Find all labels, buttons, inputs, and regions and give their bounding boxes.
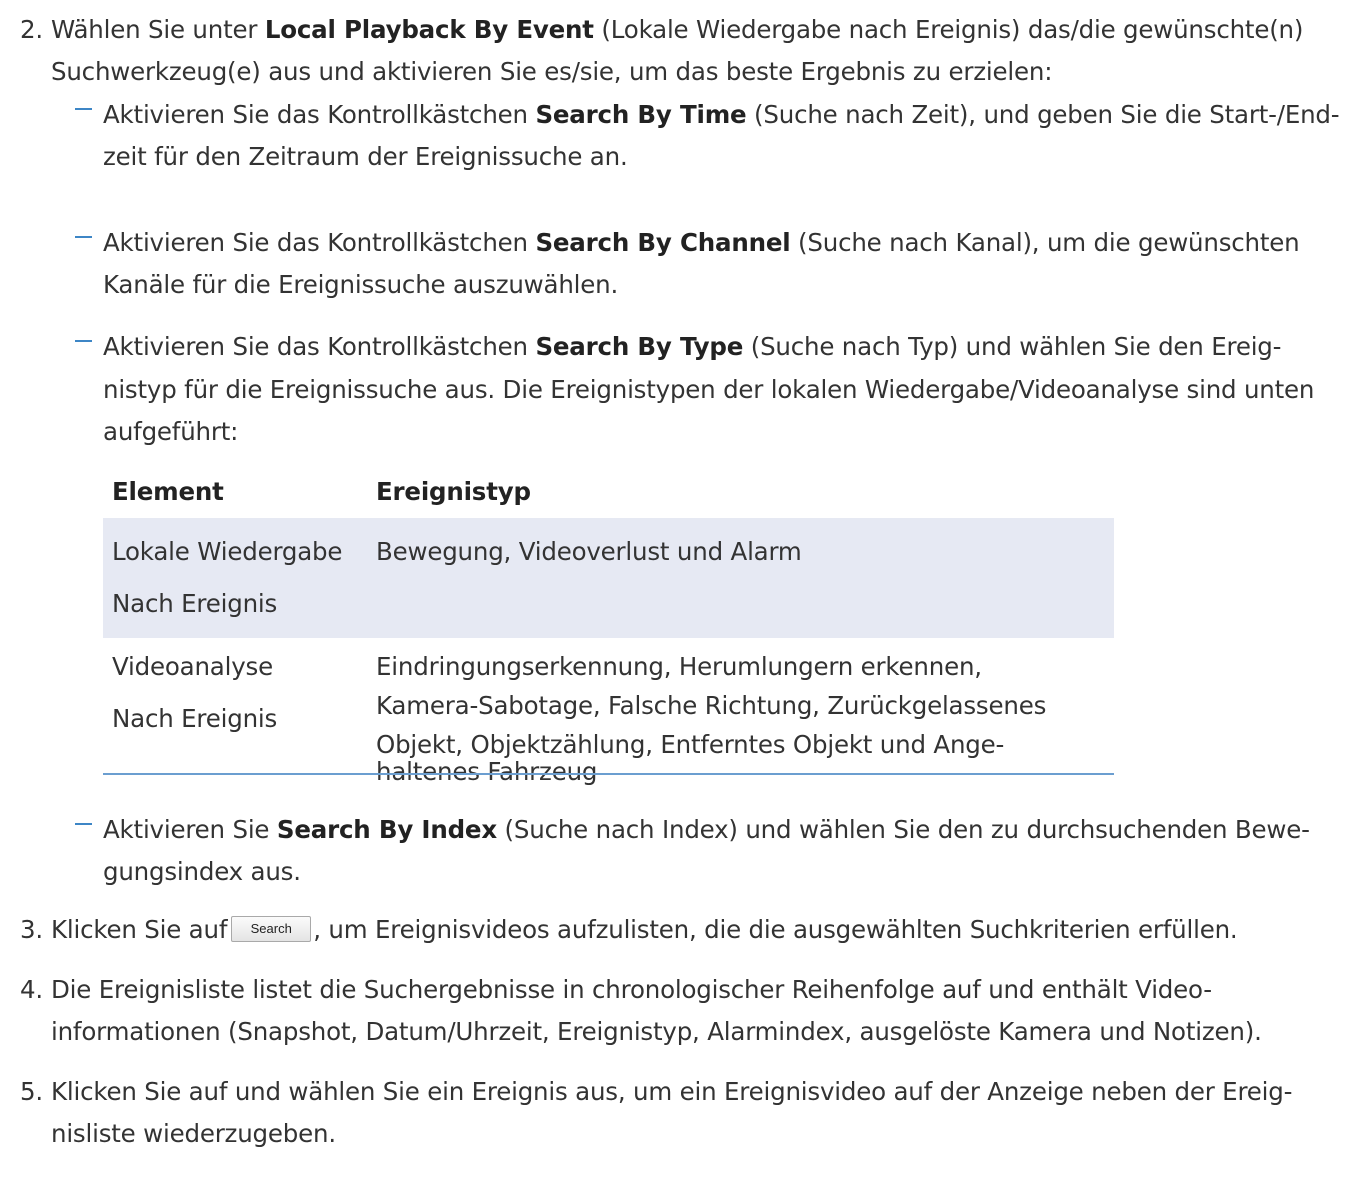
table-header-element: Element [112,477,224,506]
search-button[interactable]: Search [231,916,312,942]
bullet-time-line-1: Aktivieren Sie das Kontrollkästchen Sear… [103,100,1340,130]
step-3-number: 3. [20,915,43,944]
table-row-2-element-line-1: Videoanalyse [112,652,273,681]
step-2-text-a: Wählen Sie unter [51,15,265,44]
step-2-line-2: Suchwerkzeug(e) aus und aktivieren Sie e… [51,57,1053,86]
table-row-2-types-line-2: Kamera-Sabotage, Falsche Richtung, Zurüc… [376,691,1047,720]
bullet-dash-icon [75,108,92,110]
table-row-1-element-line-1: Lokale Wiedergabe [112,537,343,566]
bullet-time-text-c: (Suche nach Zeit), und geben Sie die Sta… [746,100,1340,129]
bullet-type-text-c: (Suche nach Typ) und wählen Sie den Erei… [743,332,1282,361]
bullet-type-text-a: Aktivieren Sie das Kontrollkästchen [103,332,536,361]
bullet-dash-icon [75,823,92,825]
step-2-number: 2. [20,15,43,44]
table-row-2-types-line-3: Objekt, Objektzählung, Entferntes Objekt… [376,730,1005,759]
table-row-shaded [103,518,1114,638]
step-2-text-c: (Lokale Wiedergabe nach Ereignis) das/di… [593,15,1304,44]
table-row-1-element-line-2: Nach Ereignis [112,589,278,618]
table-bottom-rule [103,773,1114,775]
table-row-2-types-line-4: haltenes Fahrzeug [376,757,598,786]
bullet-time-text-a: Aktivieren Sie das Kontrollkästchen [103,100,536,129]
table-row-2-types-line-1: Eindringungserkennung, Herumlungern erke… [376,652,982,681]
bullet-channel-text-c: (Suche nach Kanal), um die gewünschten [790,228,1300,257]
step-3-text-a: Klicken Sie auf [51,915,228,944]
bullet-dash-icon [75,340,92,342]
table-row-1-types-line-1: Bewegung, Videoverlust und Alarm [376,537,802,566]
step-2-ui-term: Local Playback By Event [264,15,594,44]
step-2-line-1: Wählen Sie unter Local Playback By Event… [51,15,1303,45]
bullet-channel-line-2: Kanäle für die Ereignissuche auszuwählen… [103,270,619,299]
step-3-line: Klicken Sie auf Search, um Ereignisvideos… [51,915,1238,945]
table-row-2-element-line-2: Nach Ereignis [112,704,278,733]
table-header-event-type: Ereignistyp [376,477,531,506]
bullet-time-ui-term: Search By Time [535,100,747,129]
bullet-time-line-2: zeit für den Zeitraum der Ereignissuche … [103,142,628,171]
step-4-line-2: informationen (Snapshot, Datum/Uhrzeit, … [51,1017,1262,1046]
bullet-channel-ui-term: Search By Channel [535,228,791,257]
step-3-text-b: , um Ereignisvideos aufzulisten, die die… [313,915,1238,944]
bullet-index-text-a: Aktivieren Sie [103,815,277,844]
bullet-channel-line-1: Aktivieren Sie das Kontrollkästchen Sear… [103,228,1300,258]
bullet-channel-text-a: Aktivieren Sie das Kontrollkästchen [103,228,536,257]
bullet-index-line-2: gungsindex aus. [103,857,301,886]
step-5-line-2: nisliste wiederzugeben. [51,1119,336,1148]
bullet-dash-icon [75,236,92,238]
bullet-type-ui-term: Search By Type [535,332,744,361]
bullet-index-line-1: Aktivieren Sie Search By Index (Suche na… [103,815,1310,845]
step-4-number: 4. [20,975,43,1004]
bullet-type-line-3: aufgeführt: [103,417,239,446]
bullet-type-line-1: Aktivieren Sie das Kontrollkästchen Sear… [103,332,1282,362]
bullet-index-ui-term: Search By Index [276,815,497,844]
step-4-line-1: Die Ereignisliste listet die Suchergebni… [51,975,1212,1004]
step-5-number: 5. [20,1077,43,1106]
step-5-line-1: Klicken Sie auf und wählen Sie ein Ereig… [51,1077,1293,1106]
bullet-index-text-c: (Suche nach Index) und wählen Sie den zu… [496,815,1310,844]
bullet-type-line-2: nistyp für die Ereignissuche aus. Die Er… [103,375,1315,404]
